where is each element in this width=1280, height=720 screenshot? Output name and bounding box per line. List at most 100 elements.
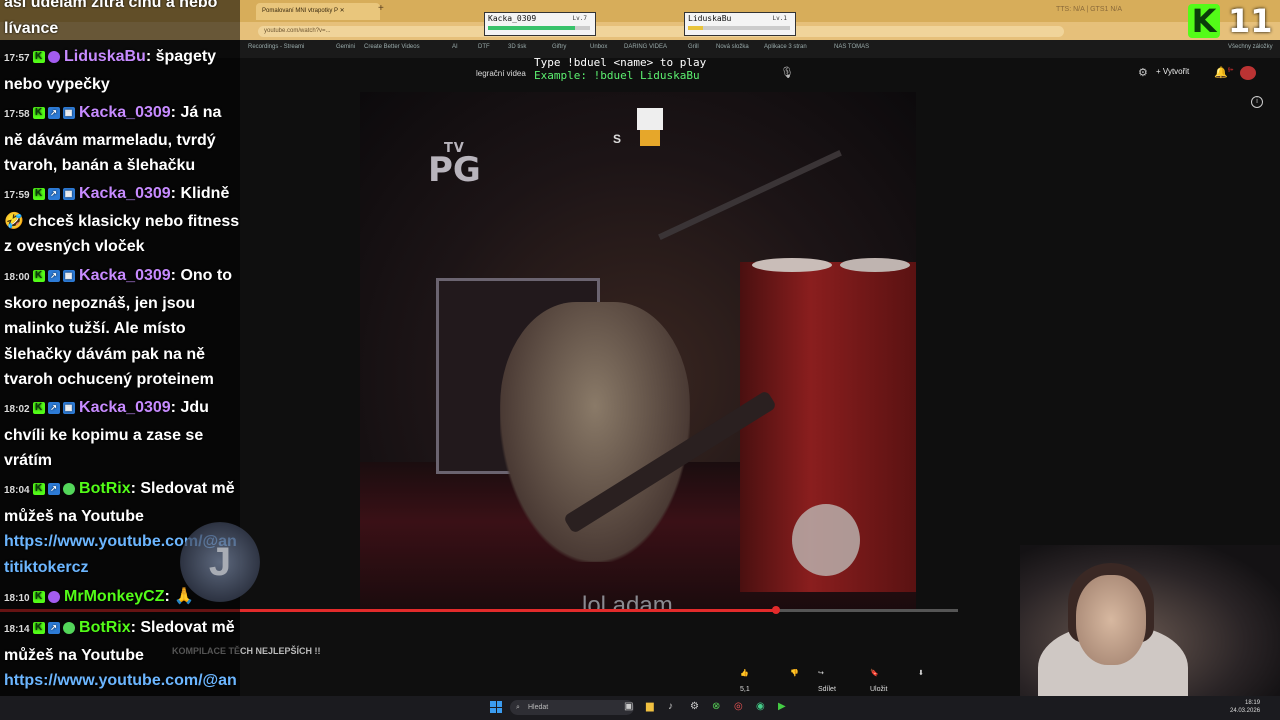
chat-message: 17:59 K ↗ ▦ Kacka_0309: Klidně 🤣 chceš klas… bbox=[4, 185, 240, 255]
hp-fill bbox=[688, 26, 704, 30]
chat-message: 17:58 K ↗ ▦ Kacka_0309: Já na ně dávám marm… bbox=[4, 104, 222, 174]
player-level: Lv.1 bbox=[772, 15, 787, 22]
bookmark-item[interactable]: Giftry bbox=[552, 44, 566, 50]
kick-badge-icon: K bbox=[32, 401, 45, 414]
tiktok-icon[interactable]: ♪ bbox=[668, 701, 673, 712]
subscriber-badge-icon: ↗ bbox=[47, 106, 60, 119]
user-badge-icon bbox=[47, 50, 60, 63]
chat-message: asi udělám zítra cînu a nebo lívance bbox=[4, 0, 240, 41]
hp-bar bbox=[488, 26, 590, 30]
taskbar: ⌕ Hledat ▣ ▆ ♪ ⚙ ⊗ ◎ ◉ ▶ 18:19 24.03.2026 bbox=[0, 696, 1280, 720]
verified-badge-icon bbox=[62, 621, 75, 634]
dislike-button[interactable]: 👎 bbox=[790, 666, 799, 682]
download-icon[interactable]: ⬇ bbox=[918, 666, 924, 682]
taskbar-clock[interactable]: 18:19 24.03.2026 bbox=[1230, 699, 1260, 715]
webcam-face bbox=[1076, 575, 1146, 665]
bookmark-item[interactable]: Nová složka bbox=[716, 44, 749, 50]
notification-count: 9+ bbox=[1227, 67, 1234, 74]
kick-badge-icon: K bbox=[32, 590, 45, 603]
kick-badge-icon: K bbox=[32, 482, 45, 495]
sprite-label: S bbox=[613, 132, 622, 146]
viewer-count: 11 bbox=[1228, 2, 1273, 40]
gifter-badge-icon: ▦ bbox=[62, 187, 75, 200]
video-logo bbox=[792, 504, 860, 576]
player-name: LiduskaBu bbox=[688, 14, 732, 23]
bookmark-item[interactable]: Unbox bbox=[590, 44, 607, 50]
scrubber-handle[interactable] bbox=[771, 606, 780, 614]
video-performer bbox=[500, 302, 690, 562]
create-label: Vytvořit bbox=[1162, 67, 1190, 76]
duel-instruction: Type !bduel <name> to play bbox=[534, 56, 707, 69]
gifter-badge-icon: ▦ bbox=[62, 106, 75, 119]
video-stand bbox=[658, 150, 842, 240]
browser-tab-active[interactable]: Pomalovaní MNI vtrapotky P ✕ bbox=[256, 3, 380, 20]
save-button[interactable]: 🔖 Uložit bbox=[870, 666, 888, 693]
bookmark-item[interactable]: AI bbox=[452, 44, 458, 50]
info-icon[interactable]: i bbox=[1251, 96, 1263, 108]
task-view-icon[interactable]: ▣ bbox=[624, 701, 633, 712]
bookmark-item[interactable]: 3D tisk bbox=[508, 44, 526, 50]
hp-bar bbox=[688, 26, 790, 30]
tab-title: Pomalovaní MNI vtrapotky P bbox=[262, 8, 338, 14]
kick-app-icon[interactable]: ▶ bbox=[778, 701, 786, 712]
bookmark-item[interactable]: Create Better Videos bbox=[364, 44, 420, 50]
like-button[interactable]: 👍 5,1 tis. bbox=[740, 666, 750, 709]
webcam-feed bbox=[1020, 545, 1280, 720]
search-input[interactable]: legrační videa bbox=[476, 69, 526, 78]
taskbar-search[interactable]: ⌕ Hledat bbox=[510, 700, 634, 715]
hp-fill bbox=[488, 26, 575, 30]
chat-message: 18:00 K ↗ ▦ Kacka_0309: Ono to skoro nepozn… bbox=[4, 267, 232, 388]
chat-message: 18:02 K ↗ ▦ Kacka_0309: Jdu chvíli ke kopim… bbox=[4, 399, 209, 469]
bookmark-item[interactable]: Aplikace 3 stran bbox=[764, 44, 807, 50]
windows-start-icon[interactable] bbox=[490, 701, 502, 713]
subscriber-badge-icon: ↗ bbox=[47, 269, 60, 282]
bookmark-item[interactable]: Grill bbox=[688, 44, 699, 50]
bookmark-item[interactable]: Gemini bbox=[336, 44, 355, 50]
search-icon: ⌕ bbox=[516, 704, 520, 711]
kick-badge-icon: K bbox=[32, 269, 45, 282]
share-button[interactable]: ↪ Sdílet bbox=[818, 666, 836, 693]
bookmark-item[interactable]: DARING VIDEA bbox=[624, 44, 667, 50]
subscriber-badge-icon: ↗ bbox=[47, 482, 60, 495]
subscriber-badge-icon: ↗ bbox=[47, 187, 60, 200]
subscriber-badge-icon: ↗ bbox=[47, 621, 60, 634]
bell-icon[interactable]: 🔔9+ bbox=[1214, 66, 1233, 79]
bookmark-item[interactable]: DTF bbox=[478, 44, 490, 50]
kick-badge-icon: K bbox=[32, 621, 45, 634]
duel-example: Example: !bduel LiduskaBu bbox=[534, 69, 700, 82]
gifter-badge-icon: ▦ bbox=[62, 269, 75, 282]
chat-message: 17:57 K LiduskaBu: špagety nebo vypečky bbox=[4, 48, 217, 93]
verified-badge-icon bbox=[62, 482, 75, 495]
chat-overlay: asi udělám zítra cînu a nebo lívance 17:… bbox=[0, 0, 260, 720]
kick-badge-icon: K bbox=[32, 187, 45, 200]
player-card: Kacka_0309 Lv.7 bbox=[484, 12, 596, 36]
address-bar[interactable]: youtube.com/watch?v=... bbox=[258, 26, 1064, 37]
bookmark-item[interactable]: Všechny záložky bbox=[1228, 44, 1273, 50]
player-name: Kacka_0309 bbox=[488, 14, 537, 23]
chrome-icon[interactable]: ◉ bbox=[756, 701, 765, 712]
overlay-logo: J bbox=[180, 522, 260, 602]
settings-icon[interactable]: ⚙ bbox=[690, 701, 699, 712]
tv-rating-logo: TV PG bbox=[428, 141, 481, 190]
mic-badge-icon bbox=[47, 590, 60, 603]
xbox-icon[interactable]: ⊗ bbox=[712, 701, 720, 712]
video-player[interactable]: TV PG lol adam bbox=[360, 92, 916, 612]
duel-sprite bbox=[637, 108, 663, 148]
avatar[interactable] bbox=[1240, 66, 1256, 80]
folder-icon[interactable]: ▆ bbox=[646, 701, 654, 712]
subscriber-badge-icon: ↗ bbox=[47, 401, 60, 414]
microphone-icon[interactable]: 🎙 bbox=[780, 66, 794, 80]
kick-badge-icon: K bbox=[32, 106, 45, 119]
kick-badge-icon: K bbox=[32, 50, 45, 63]
bookmark-item[interactable]: NAS TOMAS bbox=[834, 44, 869, 50]
player-level: Lv.7 bbox=[572, 15, 587, 22]
video-drumhead bbox=[840, 258, 910, 272]
cast-icon[interactable]: ⚙ bbox=[1138, 66, 1148, 79]
bookmark-item[interactable]: Recordings - Streami bbox=[248, 44, 304, 50]
create-button[interactable]: + Vytvořit bbox=[1156, 67, 1189, 76]
player-card: LiduskaBu Lv.1 bbox=[684, 12, 796, 36]
app-icon[interactable]: ◎ bbox=[734, 701, 743, 712]
new-tab-button[interactable]: + bbox=[378, 3, 384, 14]
video-drumhead bbox=[752, 258, 832, 272]
window-status: TTS: N/A | GTS1 N/A bbox=[1056, 6, 1122, 13]
